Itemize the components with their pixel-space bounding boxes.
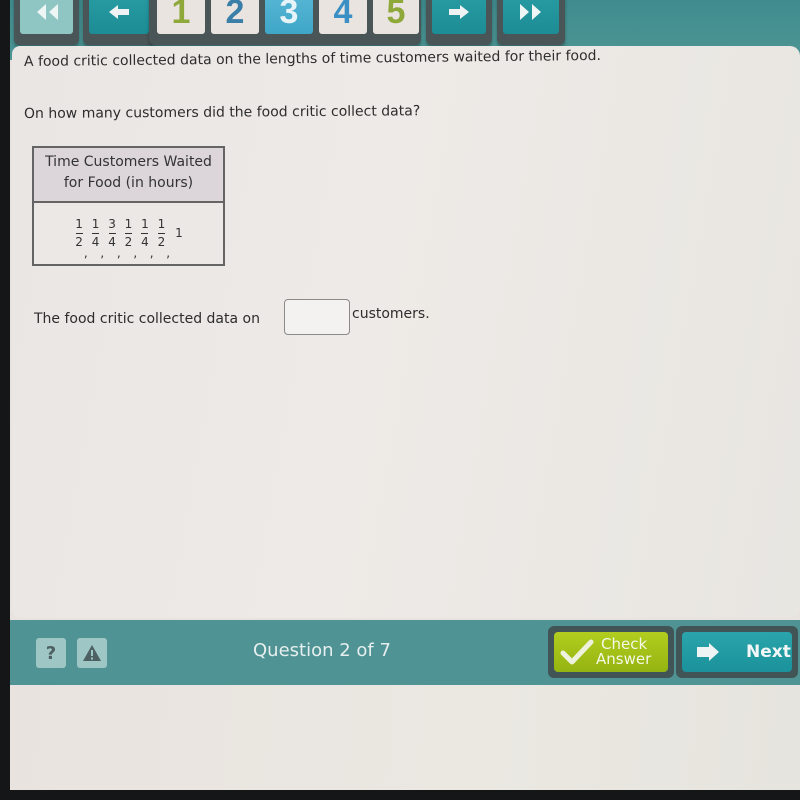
- double-left-arrow-icon: [36, 4, 58, 20]
- screen-bezel-bottom: [0, 790, 800, 800]
- table-value-fraction: 12: [125, 218, 133, 249]
- screen-bezel-left: [0, 0, 10, 800]
- fraction-denominator: 4: [108, 235, 116, 249]
- answer-prefix: The food critic collected data on: [34, 311, 260, 327]
- question-3-button[interactable]: 3: [265, 0, 313, 34]
- table-value-fraction: 12: [75, 218, 83, 249]
- table-header-line-1: Time Customers Waited: [45, 154, 212, 170]
- question-2-label: 2: [225, 0, 245, 31]
- report-problem-button[interactable]: [77, 638, 107, 668]
- question-number-group: 1 2 3 4 5: [149, 0, 421, 45]
- table-header: Time Customers Waited for Food (in hours…: [34, 148, 223, 203]
- fraction-bar: [157, 233, 165, 234]
- fraction-numerator: 1: [157, 217, 166, 231]
- fraction-numerator: 1: [91, 217, 100, 231]
- fraction-numerator: 1: [75, 217, 83, 231]
- fraction-bar: [124, 233, 132, 234]
- next-question-nav-button[interactable]: [432, 0, 486, 34]
- value-separator: ,: [149, 246, 154, 260]
- value-separator: ,: [166, 246, 171, 260]
- answer-input[interactable]: [284, 299, 350, 335]
- double-right-arrow-icon: [520, 4, 541, 20]
- check-answer-wrap: Check Answer: [548, 626, 674, 678]
- wait-time-table: Time Customers Waited for Food (in hours…: [32, 146, 225, 266]
- nav-first-group: [14, 0, 79, 45]
- value-separator: ,: [100, 246, 105, 260]
- empty-area: [10, 685, 800, 790]
- left-arrow-icon: [109, 5, 129, 19]
- last-question-button[interactable]: [503, 0, 559, 34]
- fraction-bar: [108, 233, 116, 234]
- question-panel: A food critic collected data on the leng…: [12, 46, 800, 618]
- next-button[interactable]: Next: [682, 632, 792, 672]
- nav-next-group: [426, 0, 492, 45]
- right-arrow-icon: [449, 5, 469, 19]
- previous-question-button[interactable]: [89, 0, 149, 34]
- value-separator: ,: [116, 246, 121, 260]
- check-answer-button[interactable]: Check Answer: [554, 632, 668, 672]
- fraction-denominator: 2: [157, 235, 166, 249]
- question-prompt: A food critic collected data on the leng…: [23, 47, 602, 70]
- table-value-whole: 1: [175, 225, 183, 240]
- screen: 1 2 3 4 5 A food critic collected data o…: [10, 0, 800, 790]
- table-header-line-2: for Food (in hours): [63, 175, 194, 191]
- fraction-numerator: 1: [141, 217, 149, 231]
- question-4-button[interactable]: 4: [319, 0, 367, 34]
- fraction-bar: [92, 233, 100, 234]
- question-1-label: 1: [171, 0, 191, 31]
- fraction-denominator: 2: [124, 235, 133, 249]
- question-mark-icon: ?: [45, 642, 57, 664]
- right-arrow-icon: [697, 643, 719, 661]
- question-ask: On how many customers did the food criti…: [23, 103, 421, 122]
- table-value-fraction: 12: [158, 218, 166, 249]
- question-5-label: 5: [386, 0, 406, 31]
- first-question-button[interactable]: [20, 0, 73, 34]
- question-5-button[interactable]: 5: [373, 0, 419, 34]
- fraction-denominator: 2: [75, 235, 83, 249]
- table-value-fraction: 14: [141, 218, 149, 249]
- fraction-denominator: 4: [141, 235, 149, 249]
- table-value-fraction: 14: [92, 218, 100, 249]
- nav-last-group: [497, 0, 565, 45]
- value-separator: ,: [133, 246, 138, 260]
- question-1-button[interactable]: 1: [157, 0, 205, 34]
- next-wrap: Next: [676, 626, 798, 678]
- nav-prev-group: [83, 0, 155, 45]
- question-3-label: 3: [279, 0, 299, 31]
- next-label: Next: [746, 642, 791, 662]
- question-counter: Question 2 of 7: [253, 640, 391, 661]
- fraction-denominator: 4: [91, 235, 100, 249]
- footer-bar: ? Question 2 of 7 Check Answer Next: [10, 620, 800, 685]
- table-values: 12,14,34,12,14,12,1: [34, 203, 223, 264]
- fraction-bar: [75, 233, 83, 234]
- check-label-line-2: Answer: [596, 650, 652, 668]
- fraction-bar: [141, 233, 149, 234]
- answer-suffix: customers.: [352, 306, 430, 322]
- question-2-button[interactable]: 2: [211, 0, 259, 34]
- help-button[interactable]: ?: [36, 638, 66, 668]
- warning-triangle-icon: [83, 645, 101, 661]
- fraction-numerator: 3: [108, 217, 116, 231]
- question-4-label: 4: [333, 0, 353, 31]
- value-separator: ,: [83, 246, 88, 260]
- table-value-fraction: 34: [108, 218, 116, 249]
- checkmark-icon: [560, 639, 594, 665]
- fraction-numerator: 1: [124, 217, 133, 231]
